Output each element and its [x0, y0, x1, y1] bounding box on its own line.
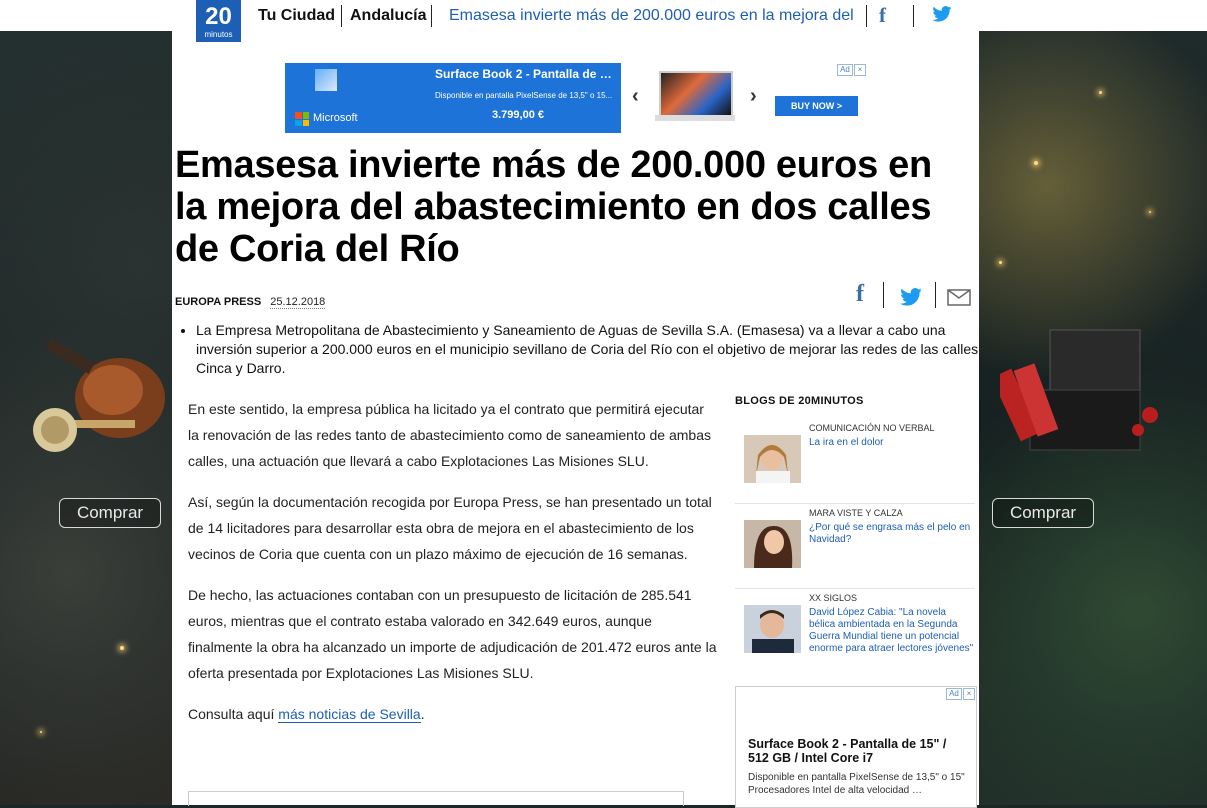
nav-tu-ciudad[interactable]: Tu Ciudad	[258, 0, 335, 31]
sidebar-ad-text: Disponible en pantalla PixelSense de 13,…	[748, 772, 965, 796]
laptop-image	[659, 71, 733, 117]
bottom-ad-frame[interactable]	[188, 791, 684, 806]
ad-price: 3.799,00 €	[492, 109, 544, 121]
article-paragraph: Así, según la documentación recogida por…	[188, 494, 712, 562]
site-logo[interactable]: 20 minutos	[196, 0, 241, 42]
top-navigation-bar: 20 minutos Tu Ciudad Andalucía Emasesa i…	[0, 0, 1207, 42]
facebook-share-icon[interactable]: f	[856, 281, 864, 308]
blog-item[interactable]: Mara viste y calza ¿Por qué se engrasa m…	[735, 504, 975, 589]
article-container: Microsoft Surface Book 2 - Pantalla de ……	[172, 31, 979, 808]
comprar-button-left[interactable]: Comprar	[59, 498, 161, 528]
blog-thumbnail	[744, 435, 801, 483]
sidebar-heading: BLOGS DE 20MINUTOS	[735, 395, 864, 407]
laptop-base-image	[655, 115, 735, 121]
blog-title[interactable]: La ira en el dolor	[809, 437, 974, 449]
sparkle-decoration	[1099, 91, 1102, 94]
blog-category: XX siglos	[809, 593, 858, 603]
twitter-icon[interactable]	[932, 6, 952, 22]
logo-number: 20	[205, 3, 232, 30]
ad-blue-panel: Microsoft Surface Book 2 - Pantalla de ……	[285, 63, 621, 133]
article-title: Emasesa invierte más de 200.000 euros en…	[175, 144, 932, 270]
sparkle-decoration	[40, 731, 42, 733]
summary-item: La Empresa Metropolitana de Abastecimien…	[196, 321, 986, 378]
chevron-left-icon[interactable]: ‹	[632, 85, 639, 108]
article-summary: La Empresa Metropolitana de Abastecimien…	[178, 321, 986, 378]
gift-box-image	[1000, 329, 1158, 451]
blog-title[interactable]: David López Cabia: "La novela bélica amb…	[809, 607, 974, 655]
article-paragraph: En este sentido, la empresa pública ha l…	[188, 401, 711, 469]
ad-brand: Microsoft	[313, 112, 358, 124]
top-banner-ad[interactable]: Microsoft Surface Book 2 - Pantalla de ……	[285, 63, 866, 133]
blog-item[interactable]: XX siglos David López Cabia: "La novela …	[735, 589, 975, 673]
article-date: 25.12.2018	[270, 296, 326, 309]
microsoft-logo-icon	[295, 112, 309, 126]
blog-category: Mara viste y calza	[809, 508, 903, 518]
sidebar-ad-title[interactable]: Surface Book 2 - Pantalla de 15" / 512 G…	[748, 737, 968, 765]
blog-title[interactable]: ¿Por qué se engrasa más el pelo en Navid…	[809, 522, 974, 546]
buy-now-button[interactable]: BUY NOW >	[775, 96, 858, 116]
sparkle-decoration	[1149, 211, 1151, 213]
more-news-link[interactable]: más noticias de Sevilla	[278, 706, 421, 723]
ad-subtitle: Disponible en pantalla PixelSense de 13,…	[435, 91, 613, 100]
nav-separator	[866, 5, 867, 27]
blog-item[interactable]: Comunicación no verbal La ira en el dolo…	[735, 419, 975, 504]
ad-choices-label[interactable]: Ad	[837, 64, 853, 76]
ad-title: Surface Book 2 - Pantalla de …	[435, 67, 612, 81]
windows-icon	[315, 69, 337, 91]
article-body: En este sentido, la empresa pública ha l…	[188, 396, 718, 742]
nav-separator	[341, 5, 342, 27]
ad-close-icon[interactable]: ×	[854, 64, 866, 76]
more-news-line: Consulta aquí más noticias de Sevilla.	[188, 701, 718, 727]
sparkle-decoration	[999, 261, 1002, 264]
logo-word: minutos	[204, 30, 233, 39]
byline: EUROPA PRESS 25.12.2018	[175, 296, 326, 309]
more-news-prefix: Consulta aquí	[188, 706, 279, 722]
nav-andalucia[interactable]: Andalucía	[350, 0, 426, 31]
sparkle-decoration	[120, 646, 124, 650]
article-source: EUROPA PRESS	[175, 296, 262, 308]
comprar-button-right[interactable]: Comprar	[992, 498, 1094, 528]
article-paragraph: De hecho, las actuaciones contaban con u…	[188, 587, 717, 681]
chevron-right-icon[interactable]: ›	[750, 85, 757, 108]
blogs-sidebar: BLOGS DE 20MINUTOS Comunicación no verba…	[735, 395, 975, 673]
ham-product-image	[33, 338, 165, 452]
blog-category: Comunicación no verbal	[809, 423, 935, 433]
ad-close-icon[interactable]: ×	[963, 688, 975, 700]
blog-thumbnail	[744, 520, 801, 568]
more-news-suffix: .	[420, 706, 425, 722]
nav-separator	[431, 5, 432, 27]
blog-thumbnail	[744, 605, 801, 653]
sparkle-decoration	[1034, 161, 1038, 165]
sidebar-ad[interactable]: Ad × Surface Book 2 - Pantalla de 15" / …	[735, 686, 977, 808]
twitter-share-icon[interactable]	[900, 288, 922, 306]
share-separator	[883, 282, 884, 308]
nav-separator	[913, 5, 914, 27]
ad-choices-label[interactable]: Ad	[946, 688, 962, 700]
facebook-icon[interactable]: f	[879, 3, 886, 28]
email-share-icon[interactable]	[947, 289, 971, 306]
top-headline-link[interactable]: Emasesa invierte más de 200.000 euros en…	[449, 0, 854, 31]
share-separator	[935, 282, 936, 308]
